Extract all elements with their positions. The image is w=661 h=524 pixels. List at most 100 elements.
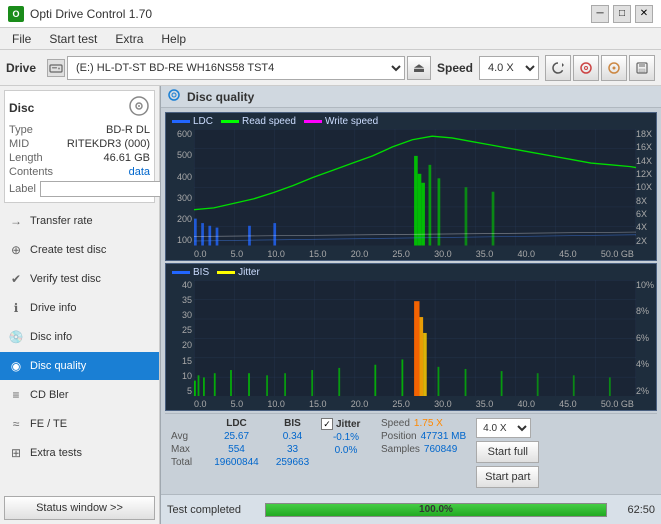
nav-cd-bler[interactable]: ≡ CD Bler: [0, 381, 159, 409]
y-label-600: 600: [168, 129, 192, 139]
y-label-200: 200: [168, 214, 192, 224]
position-value: 47731 MB: [421, 431, 467, 442]
disc-type-row: Type BD-R DL: [9, 124, 150, 136]
write-speed-legend: Write speed: [304, 116, 378, 127]
y-r-8x: 8X: [636, 196, 654, 206]
disc-mid-label: MID: [9, 138, 29, 150]
cd-bler-icon: ≡: [8, 388, 24, 402]
write-speed-legend-label: Write speed: [325, 116, 378, 127]
title-bar: O Opti Drive Control 1.70 ─ □ ✕: [0, 0, 661, 28]
disc-mid-row: MID RITEKDR3 (000): [9, 138, 150, 150]
stats-bar: _ Avg Max Total LDC 25.67 554 19600844 B…: [165, 413, 657, 492]
disc-quality-icon: ◉: [8, 359, 24, 373]
bottom-chart-y-right-labels: 10% 8% 6% 4% 2%: [634, 280, 656, 397]
total-label: Total: [171, 457, 203, 468]
nav-transfer-rate[interactable]: → Transfer rate: [0, 207, 159, 235]
main-content: Disc Type BD-R DL MID RITEKDR3 (000) Len…: [0, 86, 661, 524]
drive-icon: [47, 59, 65, 77]
menu-file[interactable]: File: [4, 30, 39, 48]
minimize-button[interactable]: ─: [591, 5, 609, 23]
avg-bis: 0.34: [270, 431, 315, 442]
refresh-button[interactable]: [545, 55, 571, 81]
window-controls[interactable]: ─ □ ✕: [591, 5, 653, 23]
read-speed-legend: Read speed: [221, 116, 296, 127]
panel-icon: [167, 88, 181, 105]
nav-extra-tests[interactable]: ⊞ Extra tests: [0, 439, 159, 467]
drive-selector-wrap: (E:) HL-DT-ST BD-RE WH16NS58 TST4 ⏏: [47, 56, 431, 80]
stats-ldc-col: LDC 25.67 554 19600844: [209, 418, 264, 468]
eject-button[interactable]: ⏏: [407, 56, 431, 80]
ldc-legend: LDC: [172, 116, 213, 127]
samples-row: Samples 760849: [381, 444, 466, 455]
nav-create-test-disc[interactable]: ⊕ Create test disc: [0, 236, 159, 264]
nav-disc-quality-label: Disc quality: [30, 360, 86, 372]
nav-verify-test-disc[interactable]: ✔ Verify test disc: [0, 265, 159, 293]
disc-type-value: BD-R DL: [106, 124, 150, 136]
start-part-button[interactable]: Start part: [476, 466, 539, 488]
jitter-checkbox[interactable]: ✓: [321, 418, 333, 430]
menu-start-test[interactable]: Start test: [41, 30, 105, 48]
nav-disc-quality[interactable]: ◉ Disc quality: [0, 352, 159, 380]
y-r-4x: 4X: [636, 222, 654, 232]
disc-contents-label: Contents: [9, 166, 53, 178]
y-r-12x: 12X: [636, 169, 654, 179]
bis-legend: BIS: [172, 267, 209, 278]
close-button[interactable]: ✕: [635, 5, 653, 23]
top-chart-x-labels: 0.0 5.0 10.0 15.0 20.0 25.0 30.0 35.0 40…: [194, 249, 634, 259]
jitter-legend: Jitter: [217, 267, 260, 278]
jitter-legend-label: Jitter: [238, 267, 260, 278]
max-label: Max: [171, 444, 203, 455]
disc-panel-title: Disc: [9, 101, 34, 115]
bottom-bar: Test completed 100.0% 62:50: [161, 494, 661, 524]
disc-info-icon: 💿: [8, 330, 24, 344]
save-button[interactable]: [629, 55, 655, 81]
speed-position-col: Speed 1.75 X Position 47731 MB Samples 7…: [381, 418, 466, 455]
nav-drive-info[interactable]: ℹ Drive info: [0, 294, 159, 322]
jitter-header-row: ✓ Jitter: [321, 418, 371, 430]
read-speed-legend-color: [221, 120, 239, 123]
y-r-16x: 16X: [636, 142, 654, 152]
fe-te-icon: ≈: [8, 417, 24, 431]
burn-button[interactable]: [601, 55, 627, 81]
jitter-legend-color: [217, 271, 235, 274]
total-bis: 259663: [270, 457, 315, 468]
bottom-chart-x-labels: 0.0 5.0 10.0 15.0 20.0 25.0 30.0 35.0 40…: [194, 399, 634, 409]
speed-select-dropdown[interactable]: 4.0 X: [476, 418, 531, 438]
y-label-100: 100: [168, 235, 192, 245]
drive-dropdown[interactable]: (E:) HL-DT-ST BD-RE WH16NS58 TST4: [67, 56, 405, 80]
max-bis: 33: [270, 444, 315, 455]
y-label-300: 300: [168, 193, 192, 203]
y-r-10x: 10X: [636, 182, 654, 192]
elapsed-time: 62:50: [615, 504, 655, 516]
bis-legend-color: [172, 271, 190, 274]
total-ldc: 19600844: [209, 457, 264, 468]
drive-bar: Drive (E:) HL-DT-ST BD-RE WH16NS58 TST4 …: [0, 50, 661, 86]
menu-extra[interactable]: Extra: [107, 30, 151, 48]
stats-row-labels: _ Avg Max Total: [171, 418, 203, 468]
position-row: Position 47731 MB: [381, 431, 466, 442]
nav-fe-te[interactable]: ≈ FE / TE: [0, 410, 159, 438]
ldc-header: LDC: [209, 418, 264, 429]
speed-dropdown[interactable]: 4.0 X: [479, 56, 539, 80]
disc-label-input[interactable]: [40, 181, 178, 197]
disc-mid-value: RITEKDR3 (000): [67, 138, 150, 150]
status-window-button[interactable]: Status window >>: [4, 496, 155, 520]
y-r-14x: 14X: [636, 156, 654, 166]
max-ldc: 554: [209, 444, 264, 455]
disc-image-button[interactable]: [573, 55, 599, 81]
top-chart: LDC Read speed Write speed: [165, 112, 657, 261]
title-bar-left: O Opti Drive Control 1.70: [8, 6, 152, 22]
nav-drive-info-label: Drive info: [30, 302, 76, 314]
disc-info-header: Disc: [9, 95, 150, 120]
nav-disc-info-label: Disc info: [30, 331, 72, 343]
start-full-button[interactable]: Start full: [476, 441, 539, 463]
y-r-6x: 6X: [636, 209, 654, 219]
menu-help[interactable]: Help: [153, 30, 194, 48]
nav-disc-info[interactable]: 💿 Disc info: [0, 323, 159, 351]
speed-value: 1.75 X: [414, 418, 454, 429]
bis-legend-label: BIS: [193, 267, 209, 278]
disc-contents-value: data: [129, 166, 150, 178]
extra-tests-icon: ⊞: [8, 446, 24, 460]
maximize-button[interactable]: □: [613, 5, 631, 23]
nav-fe-te-label: FE / TE: [30, 418, 67, 430]
